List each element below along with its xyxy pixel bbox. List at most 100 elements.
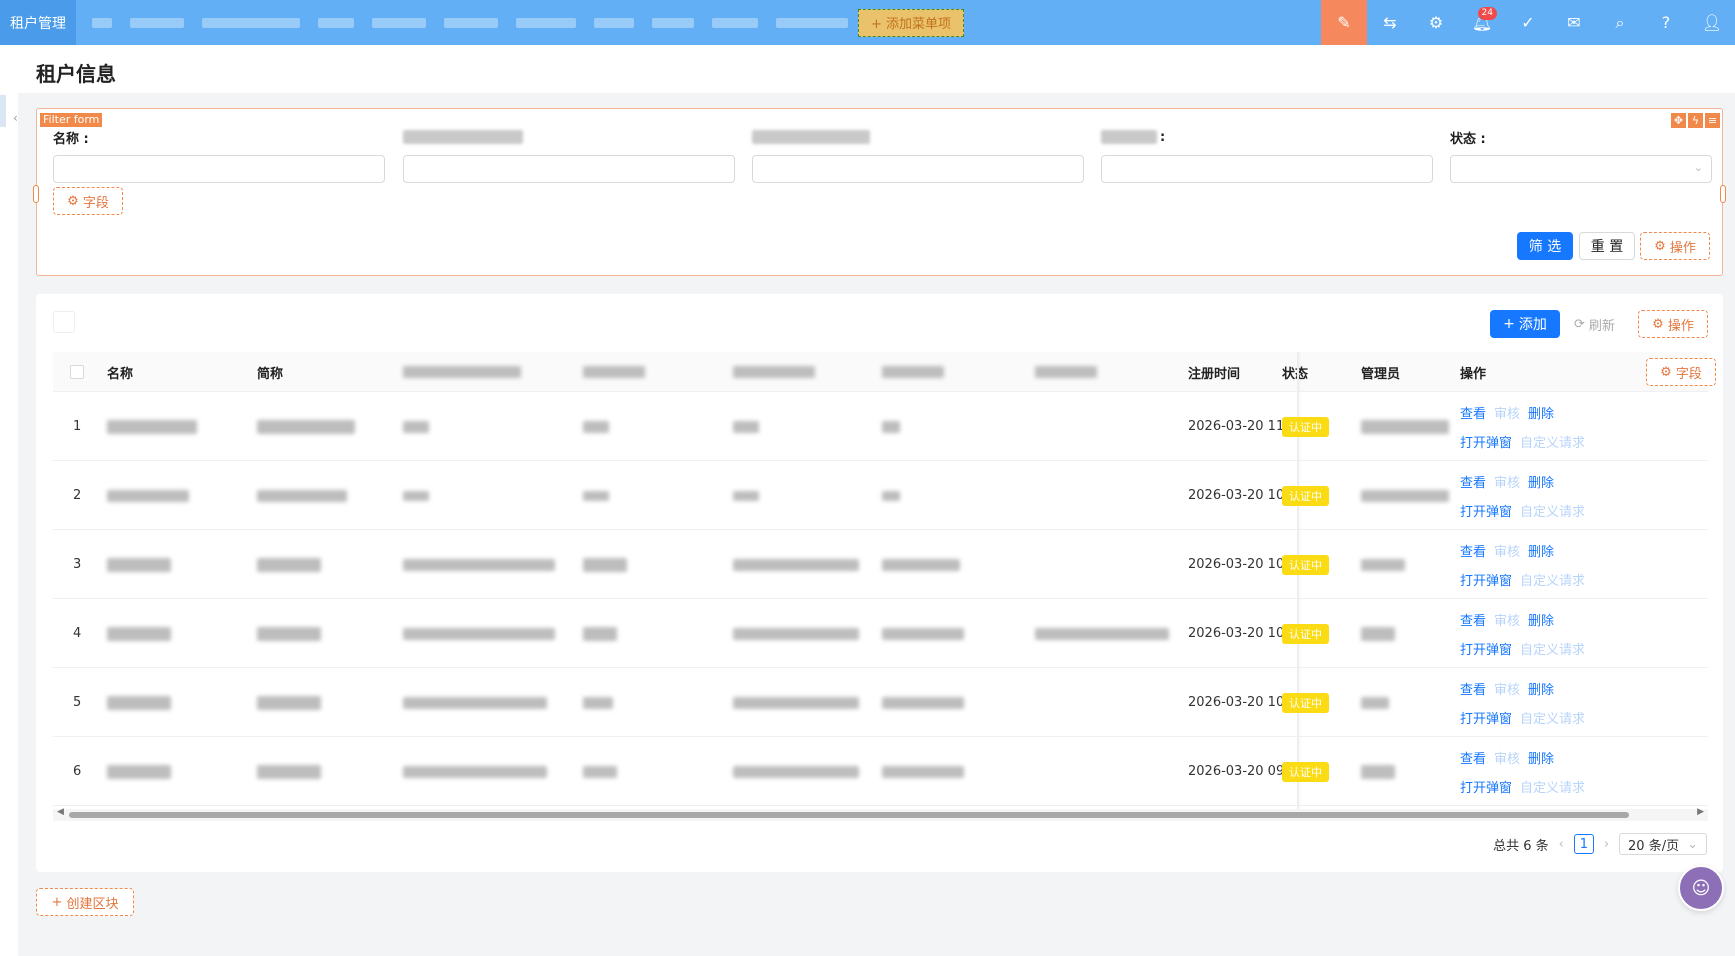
menu-item-blurred[interactable]	[130, 17, 184, 28]
custom-request-link[interactable]: 自定义请求	[1520, 570, 1585, 589]
audit-link[interactable]: 审核	[1494, 610, 1520, 629]
filter-reset-button[interactable]: 重 置	[1579, 232, 1635, 260]
table-row[interactable]: 5 2026-03-20 10 认证中 查看 审核 删除 打开弹窗 自定义请求	[53, 668, 1708, 737]
user-icon[interactable]: 👤︎	[1689, 0, 1735, 45]
menu-item-blurred[interactable]	[652, 17, 694, 28]
open-dialog-link[interactable]: 打开弹窗	[1460, 432, 1512, 451]
menu-item-blurred[interactable]	[444, 17, 498, 28]
help-icon[interactable]: ?	[1643, 0, 1689, 45]
expand-sidebar-chevron-icon[interactable]: ‹	[13, 111, 18, 125]
open-dialog-link[interactable]: 打开弹窗	[1460, 501, 1512, 520]
menu-item-blurred[interactable]	[712, 17, 758, 28]
bell-icon[interactable]: 🔔︎ 24	[1459, 0, 1505, 45]
horizontal-scrollbar[interactable]: ◀ ▶	[53, 807, 1708, 821]
audit-link[interactable]: 审核	[1494, 472, 1520, 491]
table-row[interactable]: 3 2026-03-20 10 认证中 查看 审核 删除 打开弹窗 自定义请求	[53, 530, 1708, 599]
table-fields-config-button[interactable]: ⚙ 字段	[1646, 358, 1716, 386]
scroll-left-icon[interactable]: ◀	[57, 807, 64, 817]
resize-handle-right[interactable]	[1720, 185, 1726, 203]
open-dialog-link[interactable]: 打开弹窗	[1460, 570, 1512, 589]
select-all-checkbox[interactable]	[70, 365, 84, 379]
delete-link[interactable]: 删除	[1528, 403, 1554, 422]
switch-icon[interactable]: ⇆	[1367, 0, 1413, 45]
menu-item-blurred[interactable]	[92, 17, 112, 28]
column-header-blurred[interactable]	[1035, 352, 1097, 392]
audit-link[interactable]: 审核	[1494, 748, 1520, 767]
custom-request-link[interactable]: 自定义请求	[1520, 708, 1585, 727]
column-header-blurred[interactable]	[583, 352, 645, 392]
menu-item-blurred[interactable]	[516, 17, 576, 28]
delete-link[interactable]: 删除	[1528, 541, 1554, 560]
resize-handle-left[interactable]	[33, 185, 39, 203]
open-dialog-link[interactable]: 打开弹窗	[1460, 777, 1512, 796]
view-link[interactable]: 查看	[1460, 679, 1486, 698]
scroll-right-icon[interactable]: ▶	[1697, 807, 1704, 817]
delete-link[interactable]: 删除	[1528, 748, 1554, 767]
view-link[interactable]: 查看	[1460, 610, 1486, 629]
assistant-avatar-icon[interactable]: ☺	[1678, 865, 1724, 911]
column-header-register-time[interactable]: 注册时间	[1188, 352, 1240, 392]
delete-link[interactable]: 删除	[1528, 472, 1554, 491]
menu-item-blurred[interactable]	[776, 17, 848, 28]
name-filter-input[interactable]	[53, 155, 385, 183]
view-link[interactable]: 查看	[1460, 403, 1486, 422]
column-header-blurred[interactable]	[882, 352, 944, 392]
table-row[interactable]: 1 2026-03-20 11 认证中 查看 审核 删除 打开弹窗 自定义请求	[53, 392, 1708, 461]
delete-link[interactable]: 删除	[1528, 679, 1554, 698]
table-row[interactable]: 2 2026-03-20 10 认证中 查看 审核 删除 打开弹窗 自定义请求	[53, 461, 1708, 530]
table-actions-config-button[interactable]: ⚙ 操作	[1638, 310, 1708, 338]
view-link[interactable]: 查看	[1460, 472, 1486, 491]
table-row[interactable]: 4 2026-03-20 10 认证中 查看 审核 删除 打开弹窗 自定义请求	[53, 599, 1708, 668]
table-row[interactable]: 6 2026-03-20 09 认证中 查看 审核 删除 打开弹窗 自定义请求	[53, 737, 1708, 806]
menu-icon[interactable]: ≡	[1705, 113, 1720, 128]
check-circle-icon[interactable]: ✓	[1505, 0, 1551, 45]
custom-request-link[interactable]: 自定义请求	[1520, 432, 1585, 451]
lightning-icon[interactable]: ϟ	[1688, 113, 1703, 128]
add-record-button[interactable]: + 添加	[1490, 310, 1560, 338]
menu-item-blurred[interactable]	[594, 17, 634, 28]
filter-input-4[interactable]	[1101, 155, 1433, 183]
audit-link[interactable]: 审核	[1494, 403, 1520, 422]
custom-request-link[interactable]: 自定义请求	[1520, 501, 1585, 520]
view-link[interactable]: 查看	[1460, 541, 1486, 560]
settings-icon[interactable]: ⚙	[1413, 0, 1459, 45]
filter-fields-config-button[interactable]: ⚙ 字段	[53, 187, 123, 215]
search-icon[interactable]: ⌕	[1597, 0, 1643, 45]
filter-submit-button[interactable]: 筛 选	[1517, 232, 1573, 260]
mail-icon[interactable]: ✉	[1551, 0, 1597, 45]
filter-input-3[interactable]	[752, 155, 1084, 183]
audit-link[interactable]: 审核	[1494, 541, 1520, 560]
custom-request-link[interactable]: 自定义请求	[1520, 777, 1585, 796]
create-block-button[interactable]: + 创建区块	[36, 888, 134, 916]
block-selector[interactable]	[53, 311, 75, 333]
cell-blurred	[882, 668, 964, 737]
open-dialog-link[interactable]: 打开弹窗	[1460, 639, 1512, 658]
brand-menu-item[interactable]: 租户管理	[0, 0, 76, 45]
view-link[interactable]: 查看	[1460, 748, 1486, 767]
drag-icon[interactable]: ✥	[1671, 113, 1686, 128]
menu-item-blurred[interactable]	[202, 17, 300, 28]
filter-input-2[interactable]	[403, 155, 735, 183]
prev-page-icon[interactable]: ‹	[1559, 837, 1564, 852]
page-size-select[interactable]: 20 条/页 ⌄	[1619, 833, 1707, 855]
custom-request-link[interactable]: 自定义请求	[1520, 639, 1585, 658]
next-page-icon[interactable]: ›	[1604, 837, 1609, 852]
menu-item-blurred[interactable]	[318, 17, 354, 28]
status-filter-select[interactable]: ⌄	[1450, 155, 1712, 183]
menu-item-blurred[interactable]	[372, 17, 426, 28]
column-header-blurred[interactable]	[403, 352, 521, 392]
add-menu-item-button[interactable]: + 添加菜单项	[858, 8, 965, 37]
refresh-button[interactable]: ⟳ 刷新	[1574, 312, 1615, 336]
pen-icon[interactable]: ✎	[1321, 0, 1367, 45]
column-header-name[interactable]: 名称	[107, 352, 133, 392]
audit-link[interactable]: 审核	[1494, 679, 1520, 698]
current-page-button[interactable]: 1	[1573, 834, 1594, 854]
column-header-blurred[interactable]	[733, 352, 815, 392]
column-header-status[interactable]: 状态	[1282, 352, 1308, 392]
filter-actions-config-button[interactable]: ⚙ 操作	[1640, 232, 1710, 260]
scrollbar-thumb[interactable]	[69, 812, 1629, 818]
column-header-admin[interactable]: 管理员	[1361, 352, 1400, 392]
delete-link[interactable]: 删除	[1528, 610, 1554, 629]
open-dialog-link[interactable]: 打开弹窗	[1460, 708, 1512, 727]
column-header-short-name[interactable]: 简称	[257, 352, 283, 392]
